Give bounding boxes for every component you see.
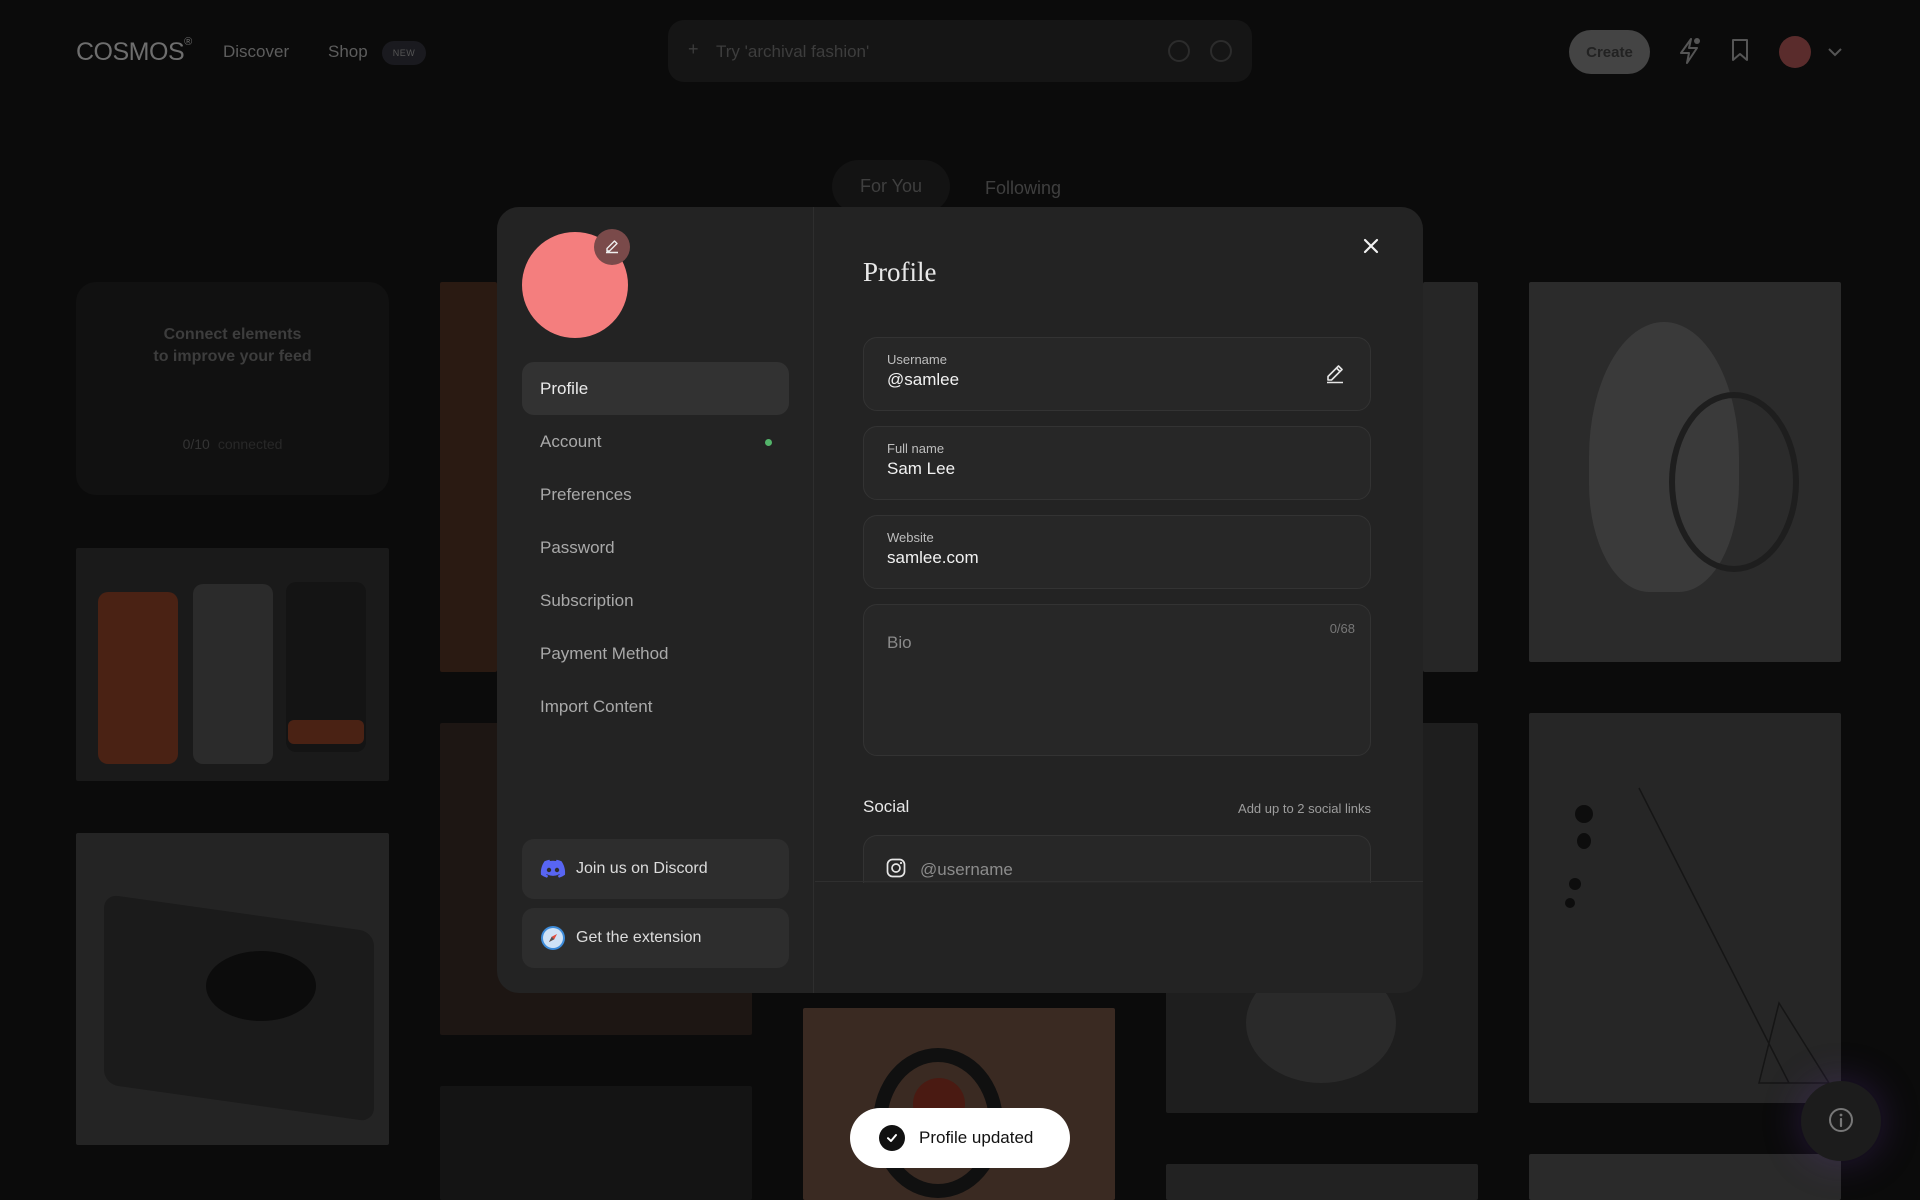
visual-search-icon[interactable] [1168,40,1190,62]
nav-item-password[interactable]: Password [522,521,789,574]
nav-discover[interactable]: Discover [223,42,289,62]
website-field[interactable]: Website samlee.com [863,515,1371,589]
fullname-value: Sam Lee [887,459,956,478]
create-button[interactable]: Create [1569,30,1650,74]
get-extension-button[interactable]: Get the extension [522,908,789,968]
feed-tile-mobile-art[interactable] [1529,713,1841,1103]
username-value: @samlee [887,370,960,389]
nav-item-profile[interactable]: Profile [522,362,789,415]
info-icon [1828,1107,1854,1136]
discord-label: Join us on Discord [576,860,708,877]
close-icon [1363,238,1379,257]
instagram-icon [886,858,906,883]
profile-form: Profile Username @samlee Full name Sam L… [815,207,1423,993]
user-avatar[interactable] [1779,36,1811,68]
search-bar[interactable]: + Try 'archival fashion' [668,20,1252,82]
toast-message: Profile updated [919,1128,1034,1147]
username-field[interactable]: Username @samlee [863,337,1371,411]
status-dot [765,439,772,446]
nav-item-label: Payment Method [540,643,669,663]
nav-item-payment-method[interactable]: Payment Method [522,627,789,680]
feed-tile-sculpture[interactable] [1529,282,1841,662]
compass-icon [540,925,566,951]
pencil-icon [604,238,620,257]
bookmark-icon[interactable] [1731,38,1749,67]
connect-count: 0/10 connected [182,436,283,452]
nav-item-label: Password [540,537,615,557]
chevron-down-icon[interactable] [1828,44,1842,60]
website-value: samlee.com [887,548,979,567]
profile-settings-modal: Profile Account Preferences Password Sub… [497,207,1423,993]
website-label: Website [887,530,934,545]
feed-tile-abstract[interactable] [803,1008,1115,1200]
social-hint: Add up to 2 social links [1238,801,1371,816]
settings-nav: Profile Account Preferences Password Sub… [522,362,789,733]
nav-item-label: Import Content [540,696,653,716]
username-label: Username [887,352,947,367]
bio-textarea[interactable]: Bio 0/68 [863,604,1371,756]
top-bar: COSMOS® Discover Shop NEW + Try 'archiva… [0,0,1920,104]
feed-tile-turntable[interactable] [76,833,389,1145]
nav-item-label: Preferences [540,484,632,504]
feed-tile-partial-1[interactable] [440,282,497,672]
social-section-label: Social [863,797,910,816]
settings-sidebar: Profile Account Preferences Password Sub… [497,207,814,993]
logo[interactable]: COSMOS® [76,36,192,67]
instagram-username-input[interactable]: @username [863,835,1371,883]
feed-tile-partial-5[interactable] [1166,1164,1478,1200]
nav-item-preferences[interactable]: Preferences [522,468,789,521]
nav-item-label: Subscription [540,590,634,610]
feed-tile-partial-4[interactable] [1423,282,1478,672]
nav-item-account[interactable]: Account [522,415,789,468]
edit-username-pencil-icon[interactable] [1324,362,1346,389]
nav-item-import-content[interactable]: Import Content [522,680,789,733]
bio-placeholder: Bio [887,633,912,652]
info-button[interactable] [1801,1081,1881,1161]
nav-shop[interactable]: Shop [328,42,368,62]
color-search-icon[interactable] [1210,40,1232,62]
feed-tile-app-mockup[interactable] [76,548,389,781]
check-icon [879,1125,905,1151]
connect-elements-card[interactable]: Connect elements to improve your feed 0/1… [76,282,389,495]
social-placeholder: @username [920,860,1013,879]
extension-label: Get the extension [576,929,702,946]
footer-divider [815,881,1423,882]
fullname-label: Full name [887,441,945,456]
nav-item-label: Profile [540,378,589,398]
nav-item-label: Account [540,431,602,451]
search-placeholder: Try 'archival fashion' [716,42,870,61]
shop-new-badge: NEW [382,41,426,65]
connect-line-2: to improve your feed [153,348,312,365]
edit-avatar-button[interactable] [594,229,630,265]
join-discord-button[interactable]: Join us on Discord [522,839,789,899]
modal-title: Profile [863,257,937,287]
discord-icon [540,856,566,882]
connect-line-1: Connect elements [163,326,302,343]
close-button[interactable] [1356,232,1386,262]
fullname-field[interactable]: Full name Sam Lee [863,426,1371,500]
tab-following[interactable]: Following [985,178,1061,199]
nav-item-subscription[interactable]: Subscription [522,574,789,627]
profile-updated-toast: Profile updated [850,1108,1070,1168]
bio-char-counter: 0/68 [1329,621,1355,636]
feed-tile-partial-3[interactable] [440,1086,752,1200]
tab-for-you[interactable]: For You [832,160,951,213]
feed-tile-partial-6[interactable] [1529,1154,1841,1200]
plus-icon: + [688,39,699,59]
bolt-icon[interactable] [1678,38,1700,69]
